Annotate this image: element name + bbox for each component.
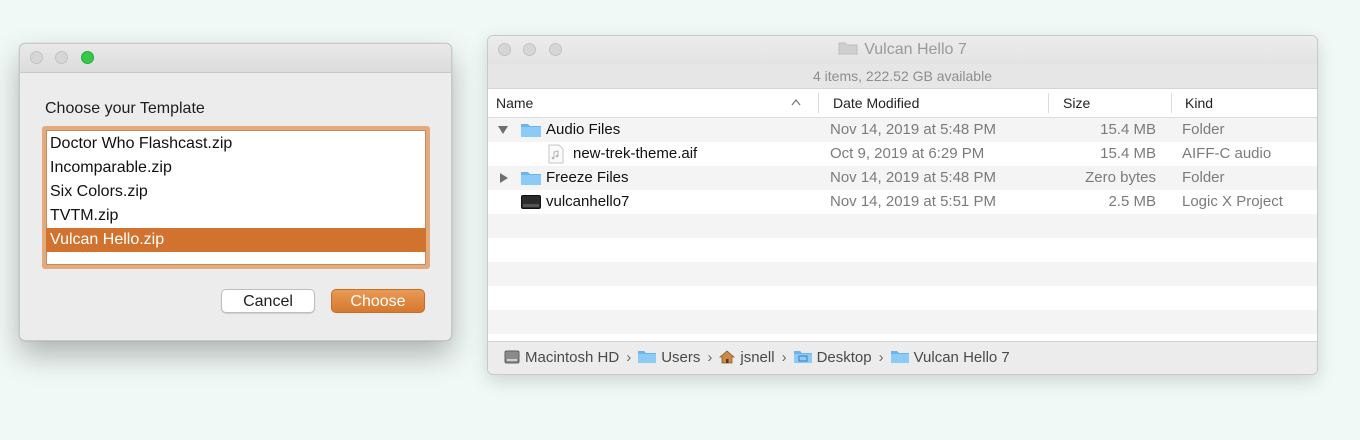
file-kind: Folder (1182, 169, 1225, 186)
file-size: 2.5 MB (1108, 193, 1156, 210)
column-divider[interactable] (818, 93, 819, 113)
table-row[interactable]: Audio Files Nov 14, 2019 at 5:48 PM 15.4… (488, 118, 1317, 142)
folder-icon (890, 351, 909, 363)
empty-row (488, 310, 1317, 334)
path-label: Desktop (816, 349, 872, 366)
path-item[interactable]: Users (638, 342, 700, 374)
file-date: Oct 9, 2019 at 6:29 PM (830, 145, 985, 162)
folder-icon (521, 172, 541, 185)
column-header-label: Name (496, 95, 534, 111)
column-header-size[interactable]: Size (1055, 89, 1170, 117)
chevron-right-icon: › (781, 349, 787, 366)
path-label: Users (661, 349, 701, 366)
dialog-prompt: Choose your Template (45, 100, 205, 117)
finder-window: Vulcan Hello 7 4 items, 222.52 GB availa… (487, 35, 1318, 375)
file-name: vulcanhello7 (546, 193, 630, 210)
file-size: 15.4 MB (1100, 145, 1156, 162)
chevron-right-icon: › (878, 349, 884, 366)
desktop-folder-icon (793, 351, 812, 363)
path-label: Macintosh HD (525, 349, 620, 366)
file-kind: AIFF-C audio (1182, 145, 1272, 162)
table-row[interactable]: new-trek-theme.aif Oct 9, 2019 at 6:29 P… (488, 142, 1317, 166)
column-divider[interactable] (1048, 93, 1049, 113)
column-header-kind[interactable]: Kind (1177, 89, 1317, 117)
hard-drive-icon (504, 350, 520, 364)
choose-template-dialog: Choose your Template Doctor Who Flashcas… (19, 43, 452, 341)
path-label: Vulcan Hello 7 (913, 349, 1010, 366)
chevron-right-icon: › (707, 349, 713, 366)
file-kind: Logic X Project (1182, 193, 1283, 210)
logic-project-icon (521, 195, 541, 209)
template-list[interactable]: Doctor Who Flashcast.zip Incomparable.zi… (42, 126, 430, 269)
column-header-label: Date Modified (833, 95, 920, 111)
empty-row (488, 262, 1317, 286)
disclosure-collapsed-icon[interactable] (499, 173, 509, 183)
file-name: new-trek-theme.aif (573, 145, 698, 162)
column-header-name[interactable]: Name (488, 89, 818, 117)
column-header-date[interactable]: Date Modified (825, 89, 1045, 117)
empty-row (488, 214, 1317, 238)
list-item[interactable]: Six Colors.zip (46, 180, 426, 204)
file-size: 15.4 MB (1100, 121, 1156, 138)
file-kind: Folder (1182, 121, 1225, 138)
home-icon (719, 350, 736, 364)
folder-icon (521, 124, 541, 137)
minimize-button[interactable] (55, 51, 68, 64)
path-label: jsnell (740, 349, 775, 366)
folder-icon (838, 42, 858, 55)
status-bar: 4 items, 222.52 GB available (488, 64, 1317, 89)
close-button[interactable] (30, 51, 43, 64)
column-header-label: Kind (1185, 95, 1214, 111)
disclosure-expanded-icon[interactable] (498, 125, 508, 135)
column-divider[interactable] (1171, 93, 1172, 113)
path-item[interactable]: Desktop (793, 342, 872, 374)
list-item[interactable]: Doctor Who Flashcast.zip (46, 132, 426, 156)
file-date: Nov 14, 2019 at 5:48 PM (830, 121, 996, 138)
window-title-text: Vulcan Hello 7 (864, 41, 967, 58)
list-item[interactable]: Incomparable.zip (46, 156, 426, 180)
file-size: Zero bytes (1085, 169, 1156, 186)
file-date: Nov 14, 2019 at 5:51 PM (830, 193, 996, 210)
audio-file-icon (548, 144, 564, 164)
sort-ascending-icon[interactable] (791, 98, 801, 106)
choose-button[interactable]: Choose (331, 289, 425, 313)
chevron-right-icon: › (626, 349, 632, 366)
cancel-button[interactable]: Cancel (221, 289, 315, 313)
table-row[interactable]: Freeze Files Nov 14, 2019 at 5:48 PM Zer… (488, 166, 1317, 190)
list-item[interactable]: TVTM.zip (46, 204, 426, 228)
column-header-row: Name Date Modified Size Kind (488, 89, 1317, 118)
window-title: Vulcan Hello 7 (488, 41, 1317, 59)
path-item[interactable]: Macintosh HD (504, 342, 619, 374)
zoom-button[interactable] (81, 51, 94, 64)
empty-row (488, 238, 1317, 262)
file-date: Nov 14, 2019 at 5:48 PM (830, 169, 996, 186)
file-list: Audio Files Nov 14, 2019 at 5:48 PM 15.4… (488, 118, 1317, 334)
dialog-titlebar (20, 44, 451, 73)
path-item[interactable]: Vulcan Hello 7 (890, 342, 1010, 374)
empty-row (488, 286, 1317, 310)
finder-titlebar: Vulcan Hello 7 (488, 36, 1317, 64)
folder-icon (638, 351, 657, 363)
table-row[interactable]: vulcanhello7 Nov 14, 2019 at 5:51 PM 2.5… (488, 190, 1317, 214)
path-item[interactable]: jsnell (719, 342, 775, 374)
column-header-label: Size (1063, 95, 1091, 111)
list-item-selected[interactable]: Vulcan Hello.zip (46, 228, 426, 252)
file-name: Freeze Files (546, 169, 629, 186)
path-bar: Macintosh HD › Users › jsnell › Desktop … (488, 341, 1317, 374)
file-name: Audio Files (546, 121, 621, 138)
